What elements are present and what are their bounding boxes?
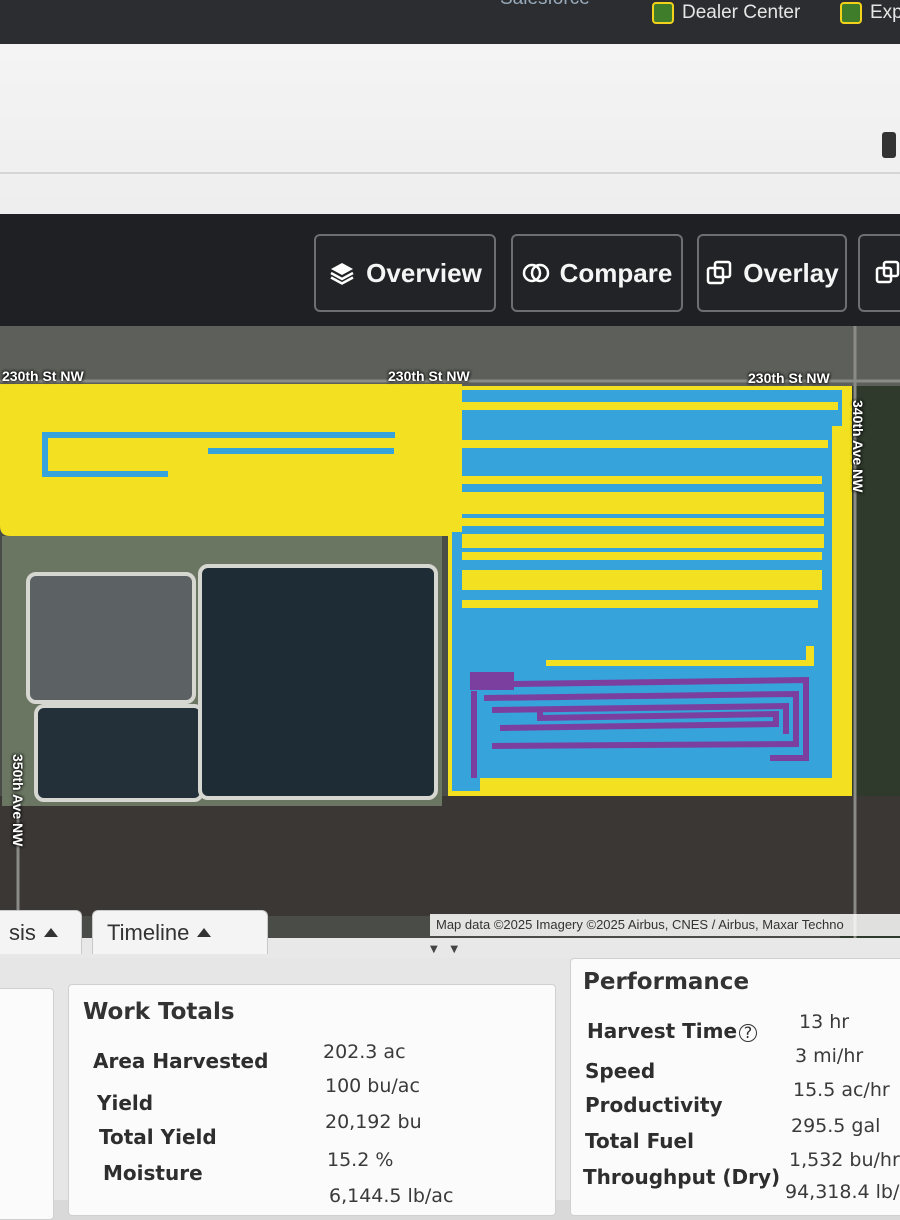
caret-up-icon [197,928,212,937]
collapse-handle-icon[interactable]: ▼ ▼ [430,944,458,955]
compare-label: Compare [559,257,673,288]
moisture-label: Moisture [103,1161,203,1185]
map-toolbar: Overview Compare Overlay [0,214,900,326]
bookmark-label: Salesforce [500,0,590,10]
pond [198,564,438,800]
speed-value: 3 mi/hr [795,1045,864,1067]
road-label: 230th St NW [748,370,830,386]
split-view-icon [875,260,900,284]
compare-icon [522,263,549,283]
throughput-dry-value: 1,532 bu/hr [789,1149,900,1171]
header-divider [0,172,900,174]
user-icon[interactable] [882,132,896,158]
productivity-value: 15.5 ac/hr [793,1079,890,1101]
deere-logo-icon [652,2,674,24]
bookmark-label: Exp [870,2,900,23]
yield-label: Yield [97,1091,154,1115]
harvest-time-text: Harvest Time [587,1019,738,1043]
weight-value: 6,144.5 lb/ac [329,1185,454,1207]
yield-value: 100 bu/ac [325,1075,420,1097]
overview-button[interactable]: Overview [314,234,496,312]
overview-label: Overview [366,257,482,288]
productivity-label: Productivity [585,1093,723,1117]
split-view-button[interactable] [858,234,900,312]
satellite-field-south [0,796,900,916]
area-harvested-value: 202.3 ac [323,1041,406,1063]
browser-bookmarks-bar: Salesforce Dealer Center Exp [0,0,900,44]
road-label: 230th St NW [388,368,470,384]
layers-icon [330,263,354,285]
pond [26,572,196,704]
road-label: 350th Ave NW [10,754,26,847]
map-canvas[interactable] [0,326,900,938]
speed-label: Speed [585,1059,656,1083]
bookmark-salesforce[interactable]: Salesforce [500,0,590,10]
caret-up-icon [43,928,58,937]
harvest-time-value: 13 hr [799,1011,850,1033]
bookmark-exp[interactable]: Exp [840,2,900,24]
overlay-icon [707,260,732,285]
bookmark-dealer-center[interactable]: Dealer Center [652,2,800,24]
total-yield-label: Total Yield [99,1125,217,1149]
deere-logo-icon [840,2,862,24]
throughput-dry-label: Throughput (Dry) [583,1165,781,1189]
area-harvested-label: Area Harvested [93,1049,269,1073]
total-yield-value: 20,192 bu [325,1111,422,1133]
tab-label: sis [9,919,36,945]
help-icon[interactable]: ? [739,1023,758,1042]
work-totals-panel: Work Totals Area Harvested 202.3 ac Yiel… [68,984,556,1216]
pond [34,704,204,802]
coverage-yellow-north [0,384,462,536]
tab-analysis[interactable]: sis [0,910,82,954]
coverage-blue-pass [208,448,394,454]
total-fuel-label: Total Fuel [585,1129,694,1153]
overlay-label: Overlay [743,257,839,288]
harvest-time-label: Harvest Time? [587,1019,758,1043]
road-label: 340th Ave NW [850,400,866,493]
bookmark-label: Dealer Center [682,2,801,23]
total-fuel-value: 295.5 gal [791,1115,881,1137]
overlay-button[interactable]: Overlay [697,234,847,312]
performance-title: Performance [583,969,750,995]
performance-panel: Performance Harvest Time? 13 hr Speed 3 … [570,958,900,1216]
compare-button[interactable]: Compare [511,234,683,312]
field-map[interactable]: 230th St NW 230th St NW 230th St NW 340t… [0,326,900,938]
tab-label: Timeline [107,919,190,945]
page-header [0,44,900,214]
left-panel-edge [0,988,54,1220]
work-totals-title: Work Totals [83,999,235,1025]
moisture-value: 15.2 % [327,1149,394,1171]
tab-timeline[interactable]: Timeline [92,910,268,954]
map-attribution: Map data ©2025 Imagery ©2025 Airbus, CNE… [430,914,900,936]
road-label: 230th St NW [2,368,84,384]
summary-panels: Work Totals Area Harvested 202.3 ac Yiel… [0,958,900,1220]
